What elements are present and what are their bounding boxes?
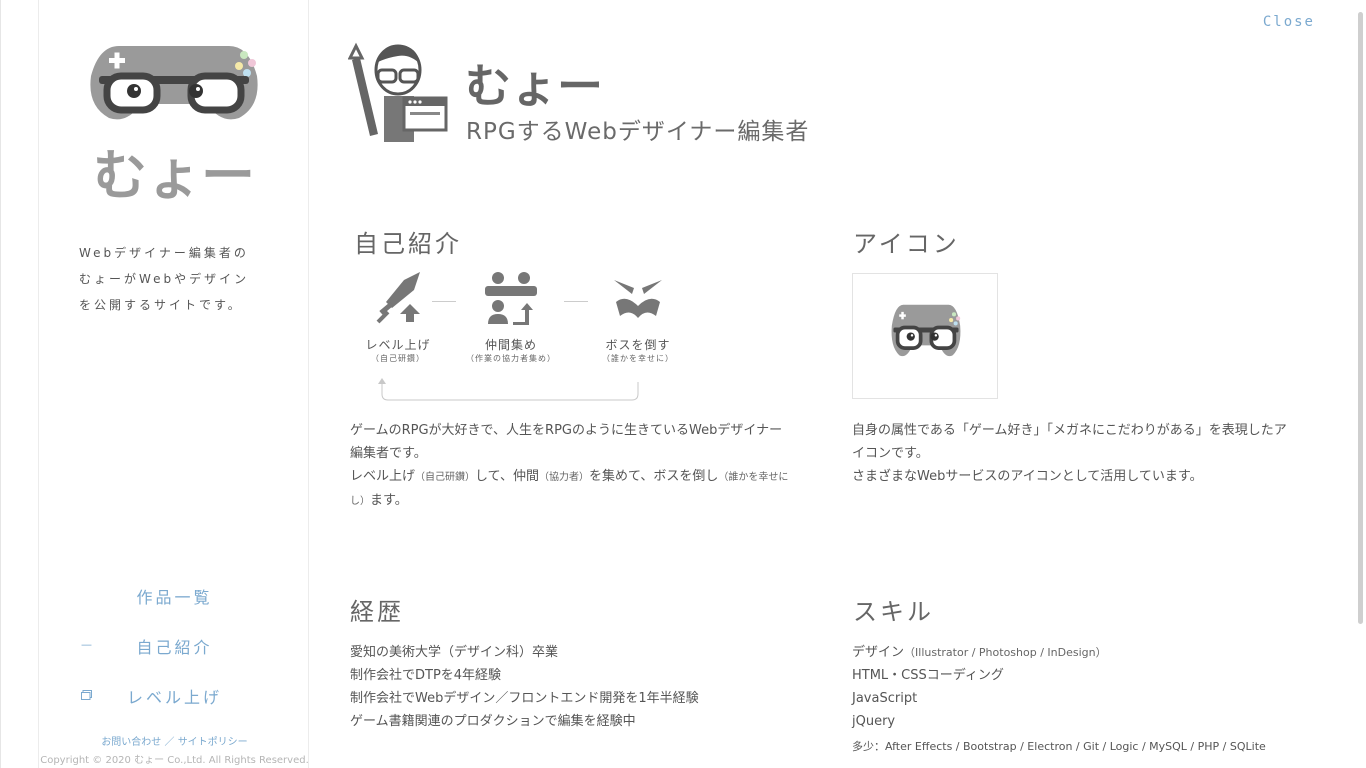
skill-item: jQuery [852,714,896,729]
intro-title: 自己紹介 [354,230,462,258]
intro-flow: レベル上げ （自己研鑽） 仲間集め （作業の協力者集め） ボスを倒す （誰かを幸… [346,268,686,403]
text-note: （自己研鑽） [415,472,476,483]
nav-label: 作品一覧 [136,588,213,607]
skill-design: デザイン [852,645,905,660]
text-note: し） [350,496,370,507]
site-description: Webデザイナー編集者の むょーがWebやデザイン を公開するサイトです。 [79,240,279,318]
gamepad-glasses-logo-icon: むょー [90,46,258,206]
nav-item-works[interactable]: 作品一覧 [39,578,310,628]
text-note: （誰かを幸せに [718,472,789,483]
step-boss: ボスを倒す （誰かを幸せに） [588,268,688,364]
career-item: 制作会社でDTPを4年経験 [350,668,502,683]
skill-item: HTML・CSSコーディング [852,668,1004,683]
career-item: 制作会社でWebデザイン／フロントエンド開発を1年半経験 [350,691,699,706]
step-label: ボスを倒す [605,338,671,352]
skills-more: 多少：After Effects / Bootstrap / Electron … [852,740,1266,753]
boss-face-icon [614,280,662,318]
sword-level-up-icon [376,272,420,324]
flow-dash [432,301,456,302]
sidebar-footer: お問い合わせ ／ サイトポリシー Copyright © 2020 むょー Co… [39,733,310,766]
text-span: レベル上げ [350,469,416,484]
footer-separator: ／ [164,737,175,748]
skills-list: デザイン（Illustrator / Photoshop / InDesign）… [852,641,1107,733]
nav-label: レベル上げ [126,688,222,707]
step-sub: （誰かを幸せに） [602,354,674,363]
skills-title: スキル [853,598,934,626]
contact-link[interactable]: お問い合わせ [101,737,161,748]
flow-dash [564,301,588,302]
site-policy-link[interactable]: サイトポリシー [178,737,248,748]
text-note: （協力者） [538,472,589,483]
close-button[interactable]: Close [1263,14,1315,30]
designer-avatar-icon [348,42,448,142]
sidebar: むょー Webデザイナー編集者の むょーがWebやデザイン を公開するサイトです… [38,0,309,768]
desc-line: Webデザイナー編集者の [79,246,249,260]
loop-arrow-icon [378,378,639,401]
nav-item-about[interactable]: — 自己紹介 [39,628,310,678]
step-sub: （作業の協力者集め） [466,354,556,363]
icon-text: 自身の属性である「ゲーム好き」「メガネにこだわりがある」を表現したア イコンです… [852,419,1322,488]
icon-line: イコンです。 [852,446,929,461]
hero-tagline: RPGするWebデザイナー編集者 [466,119,810,145]
logo-text: むょー [93,144,255,206]
hero-name-logo: むょー [465,59,603,108]
sidebar-nav: 作品一覧 — 自己紹介 レベル上げ [39,578,310,728]
intro-line: ゲームのRPGが大好きで、人生をRPGのように生きているWebデザイナー [350,423,783,438]
party-members-icon [485,272,537,325]
desc-line: むょーがWebやデザイン [79,272,250,286]
scrollbar[interactable] [1358,12,1363,624]
text-span: して、仲間 [475,469,539,484]
step-party: 仲間集め （作業の協力者集め） [461,268,561,364]
step-level-up: レベル上げ （自己研鑽） [348,268,448,364]
step-sub: （自己研鑽） [371,354,425,363]
step-label: レベル上げ [365,338,431,352]
skill-item: JavaScript [852,691,918,706]
career-list: 愛知の美術大学（デザイン科）卒業 制作会社でDTPを4年経験 制作会社でWebデ… [350,641,699,733]
desc-line: を公開するサイトです。 [79,298,243,312]
icon-preview [852,273,998,399]
skill-item: デザイン（Illustrator / Photoshop / InDesign） [852,641,1107,664]
nav-item-level-up[interactable]: レベル上げ [39,678,310,728]
career-item: ゲーム書籍関連のプロダクションで編集を経験中 [350,714,636,729]
icon-line: さまざまなWebサービスのアイコンとして活用しています。 [852,469,1203,484]
hero-name: むょー [465,59,603,108]
icon-title: アイコン [853,230,960,258]
text-span: を集めて、ボスを倒し [588,469,719,484]
nav-label: 自己紹介 [136,638,213,657]
icon-line: 自身の属性である「ゲーム好き」「メガネにこだわりがある」を表現したア [852,423,1287,438]
skill-design-tools: （Illustrator / Photoshop / InDesign） [904,646,1107,659]
career-title: 経歴 [350,598,404,626]
intro-line: 編集者です。 [350,446,427,461]
step-label: 仲間集め [484,338,537,352]
intro-line: し）ます。 [350,489,820,513]
window-frame-left [0,0,1,768]
intro-text: ゲームのRPGが大好きで、人生をRPGのように生きているWebデザイナー 編集者… [350,419,820,513]
intro-line: レベル上げ（自己研鑽）して、仲間（協力者）を集めて、ボスを倒し（誰かを幸せに [350,465,820,489]
career-item: 愛知の美術大学（デザイン科）卒業 [350,645,559,660]
gamepad-glasses-icon [891,304,961,357]
text-span: ます。 [370,493,408,508]
copyright: Copyright © 2020 むょー Co.,Ltd. All Rights… [40,755,309,766]
